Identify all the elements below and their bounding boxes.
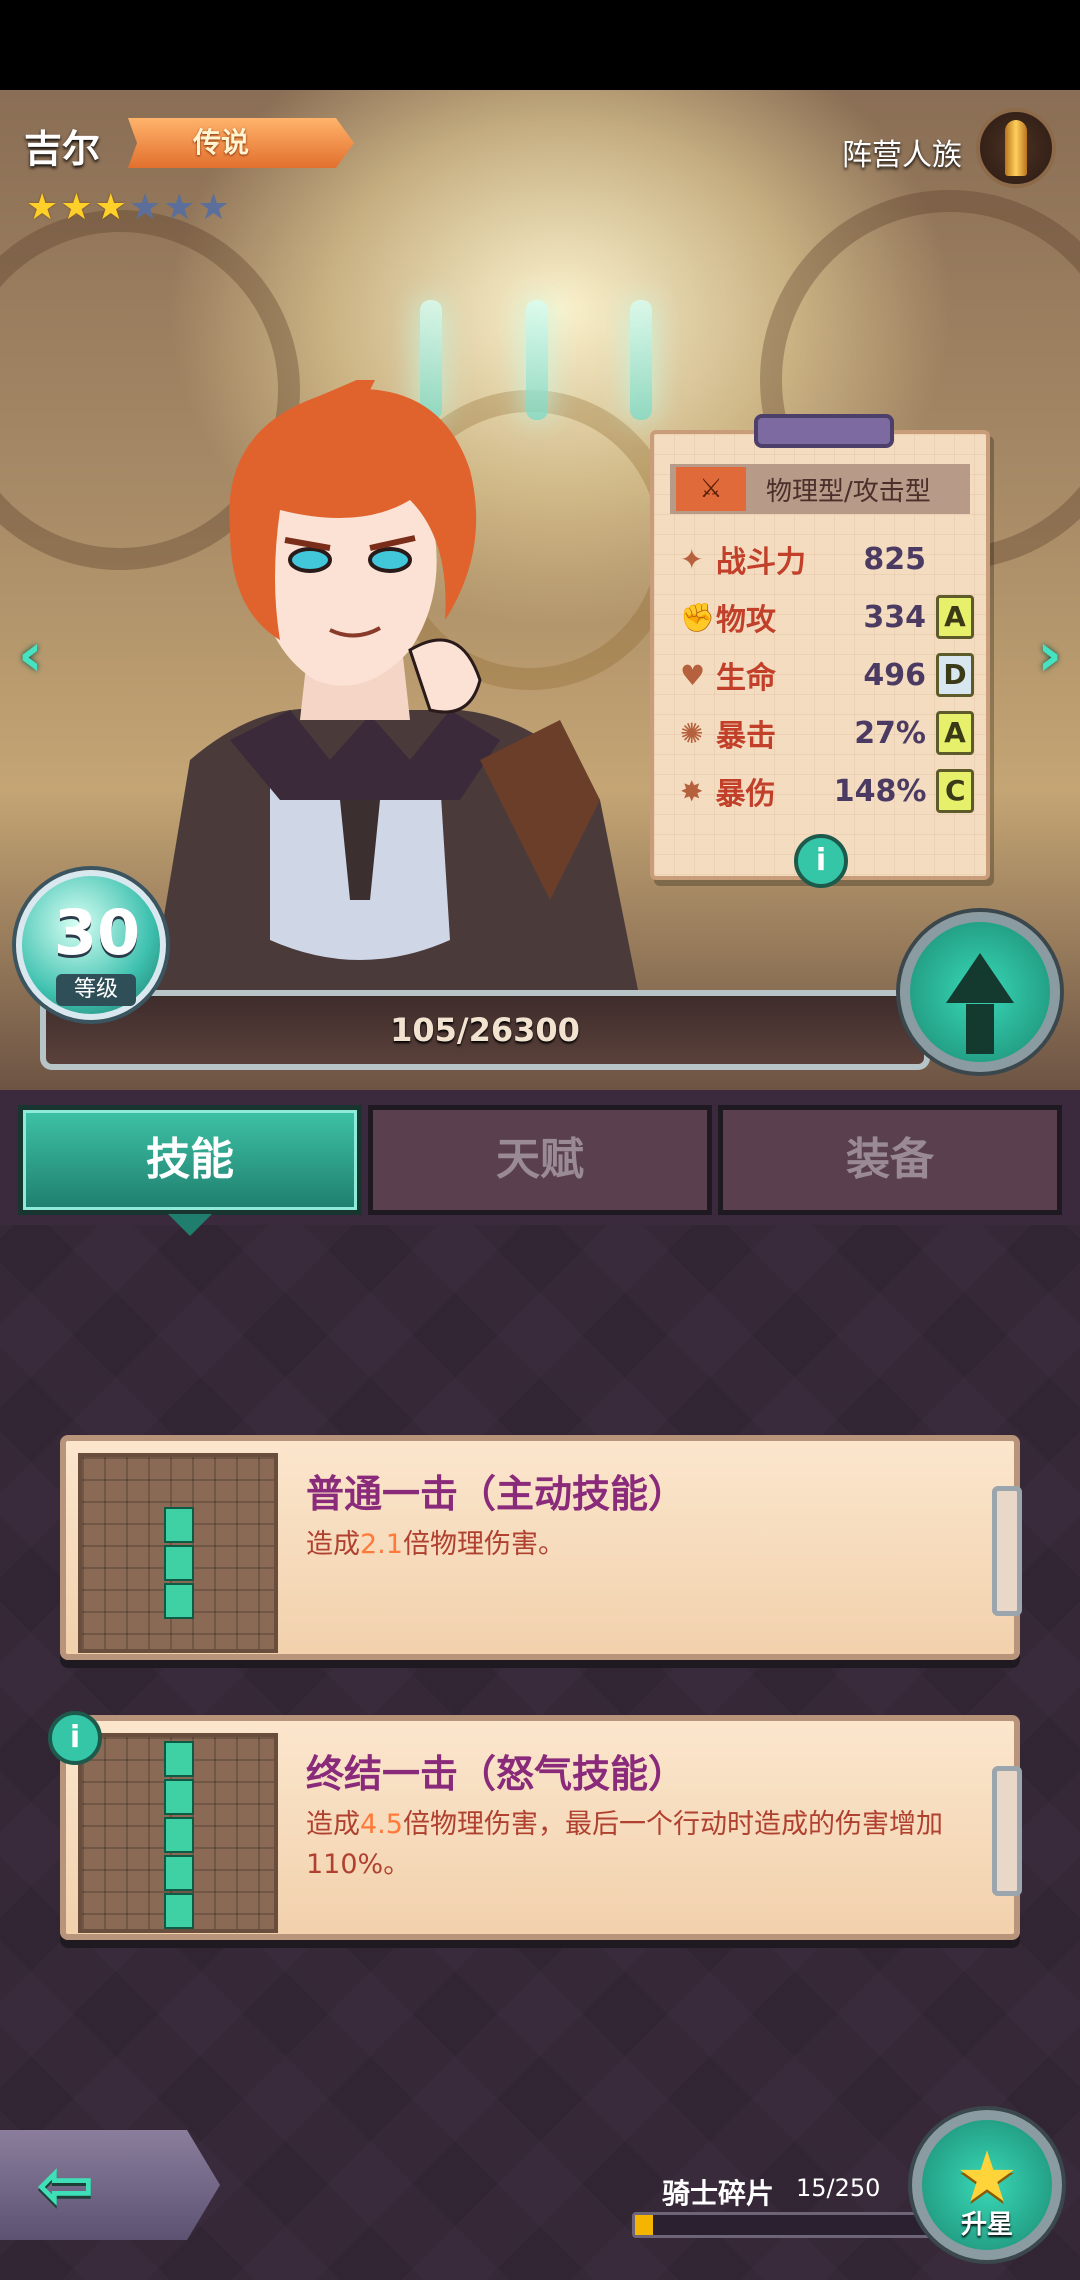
stat-label: 暴击 [716, 719, 776, 754]
detail-tabs: 技能 天赋 装备 [18, 1105, 1062, 1236]
star-icon: ★ [163, 187, 196, 228]
xp-bar: 105/26300 [40, 990, 930, 1070]
faction-badge[interactable] [976, 108, 1056, 188]
star-icon: ★ [128, 187, 162, 228]
block [164, 1583, 194, 1619]
skill-blocks [164, 1741, 194, 1929]
stat-grade: A [936, 711, 974, 755]
skill-blocks [164, 1507, 194, 1619]
stat-row-crit: ✺ 暴击 27% A [680, 708, 974, 758]
stat-label: 物攻 [716, 603, 776, 638]
stat-value: 496 [863, 657, 926, 693]
heart-icon: ♥ [680, 658, 706, 692]
left-eye [288, 547, 332, 573]
skill-title: 终结一击（怒气技能） [306, 1752, 687, 1796]
back-arrow-icon: ⇦ [36, 2144, 95, 2226]
block [164, 1507, 194, 1543]
arrow-up-stem [966, 1004, 994, 1054]
prev-hero-arrow-icon[interactable]: ‹ [18, 620, 43, 690]
skill-icon [78, 1453, 278, 1653]
crit-damage-icon: ✸ [680, 774, 704, 808]
stat-label: 暴伤 [715, 777, 776, 812]
block [164, 1855, 194, 1891]
xp-text: 105/26300 [390, 1011, 580, 1049]
tab-equipment[interactable]: 装备 [718, 1105, 1062, 1215]
star-icon: ★ [26, 187, 59, 228]
stat-value: 148% [833, 773, 927, 809]
stat-label: 生命 [716, 661, 776, 696]
stat-row-attack: ✊ 物攻 334 A [680, 592, 974, 642]
skill-card[interactable]: 普通一击（主动技能） 造成2.1倍物理伤害。 [60, 1435, 1022, 1660]
level-badge: 30 等级 [16, 870, 166, 1020]
sword-icon: ⚔ [676, 467, 746, 511]
back-button[interactable]: ⇦ [0, 2130, 220, 2240]
star-rating: ★ ★ ★ ★ ★ ★ [26, 190, 230, 226]
hero-name: 吉尔 [24, 127, 101, 171]
skill-description: 造成2.1倍物理伤害。 [306, 1529, 565, 1560]
block [164, 1817, 194, 1853]
star-icon: ★ [197, 187, 230, 228]
stat-label: 战斗力 [716, 545, 806, 580]
level-up-button[interactable] [900, 912, 1060, 1072]
faction-label: 阵营人族 [842, 138, 962, 173]
skill-expand-tab[interactable] [992, 1766, 1022, 1896]
block [164, 1893, 194, 1929]
shards-progress-bar [632, 2212, 932, 2238]
tab-skills[interactable]: 技能 [18, 1105, 362, 1236]
skill-info-icon[interactable]: i [48, 1711, 102, 1765]
hand [408, 638, 482, 714]
shards-count: 15/250 [796, 2174, 881, 2202]
clipboard-clip [754, 414, 894, 448]
star-icon: ★ [60, 187, 93, 228]
stat-grade: A [936, 595, 974, 639]
skill-title: 普通一击（主动技能） [306, 1472, 687, 1516]
block [164, 1545, 194, 1581]
skill-icon [78, 1733, 278, 1933]
skill-expand-tab[interactable] [992, 1486, 1022, 1616]
status-bar [0, 0, 1080, 90]
fist-icon: ✊ [680, 600, 715, 634]
stat-value: 825 [863, 541, 926, 577]
collar [230, 710, 500, 800]
shards-label: 骑士碎片 [662, 2177, 775, 2210]
stats-info-icon[interactable]: i [794, 834, 848, 888]
block [164, 1741, 194, 1777]
stat-row-crit-damage: ✸ 暴伤 148% C [680, 766, 974, 816]
bullet-icon [1005, 120, 1027, 176]
level-label: 等级 [56, 974, 136, 1006]
power-icon: ✦ [680, 542, 704, 576]
stat-grade: C [936, 769, 974, 813]
tab-talents[interactable]: 天赋 [368, 1105, 712, 1215]
hero-type-row: ⚔ 物理型/攻击型 [670, 464, 970, 514]
stat-row-hp: ♥ 生命 496 D [680, 650, 974, 700]
hero-type: 物理型/攻击型 [766, 476, 931, 507]
stat-row-power: ✦ 战斗力 825 [680, 534, 974, 584]
star-up-button[interactable]: ★ 升星 [912, 2110, 1062, 2260]
block [164, 1779, 194, 1815]
stats-card: ⚔ 物理型/攻击型 ✦ 战斗力 825 ✊ 物攻 334 A ♥ 生命 496 … [650, 414, 990, 888]
star-icon: ★ [94, 187, 127, 228]
crit-icon: ✺ [680, 716, 704, 750]
level-number: 30 [53, 896, 141, 969]
arrow-up-icon [946, 953, 1014, 1003]
rarity-banner: 传说 [128, 118, 354, 168]
shards-progress-fill [635, 2215, 653, 2235]
skill-description: 造成4.5倍物理伤害，最后一个行动时造成的伤害增加110%。 [306, 1809, 943, 1880]
stat-grade: D [936, 653, 974, 697]
next-hero-arrow-icon[interactable]: › [1037, 620, 1062, 690]
stat-value: 27% [854, 715, 926, 751]
right-eye [368, 547, 412, 573]
stat-value: 334 [863, 599, 926, 635]
star-up-label: 升星 [960, 2210, 1013, 2240]
skill-card[interactable]: i 终结一击（怒气技能） 造成4.5倍物理伤害，最后一个行动时造成的伤害增加11… [48, 1711, 1022, 1940]
